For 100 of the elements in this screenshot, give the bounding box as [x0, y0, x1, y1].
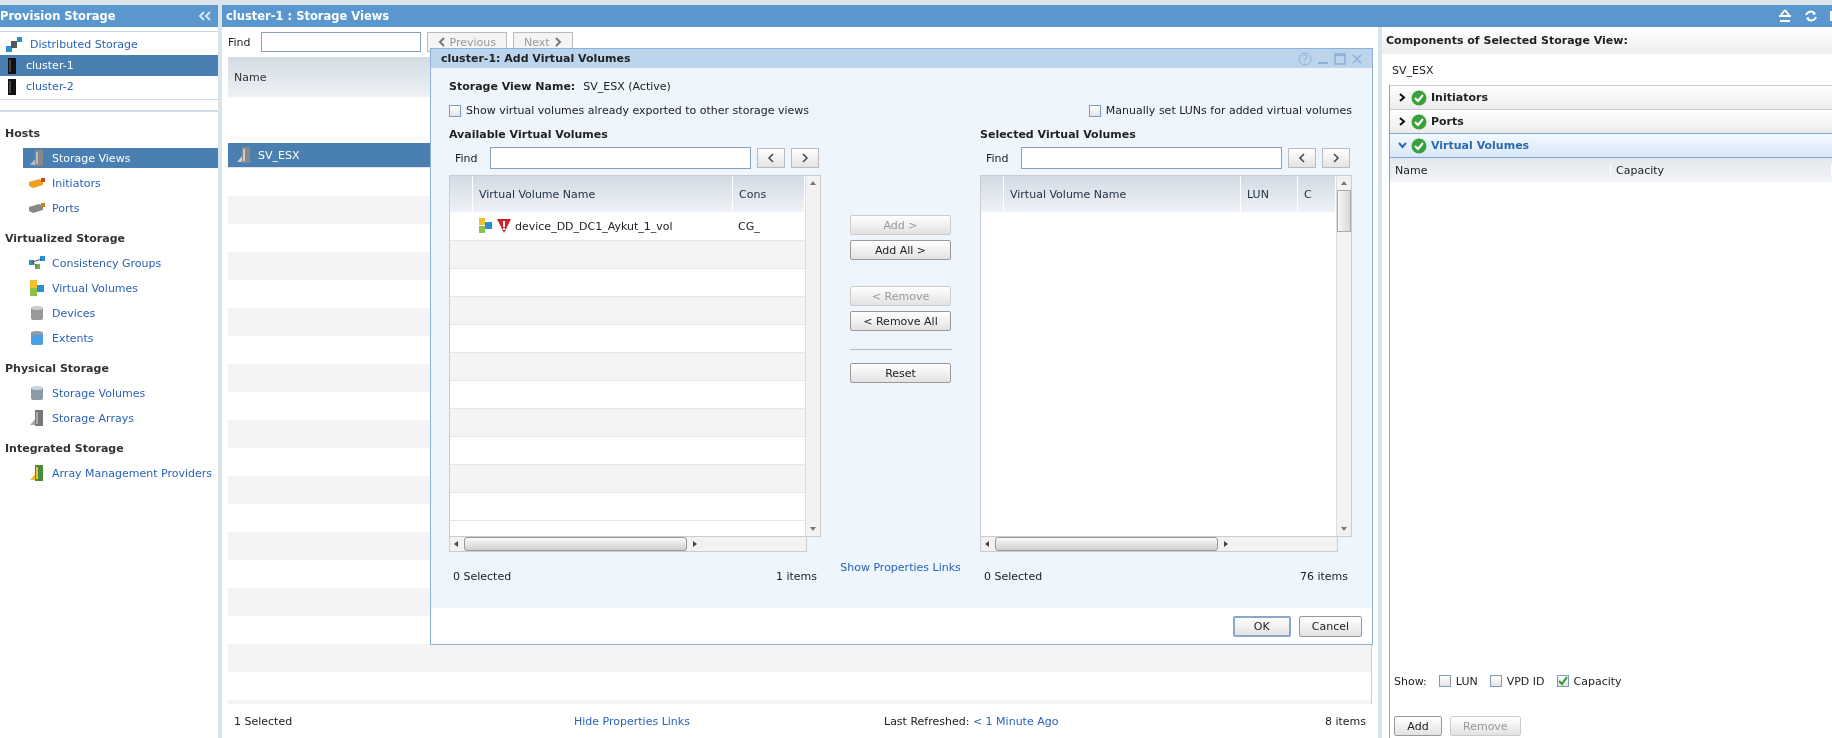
storage-view-name: SV_ESX (Active) — [583, 80, 671, 93]
section-heading: Hosts — [4, 126, 42, 142]
chevron-right-icon — [1331, 153, 1340, 163]
checkbox-option[interactable]: Capacity — [1556, 674, 1622, 688]
nav-item[interactable]: Consistency Groups — [23, 253, 218, 273]
pane-title: Available Virtual Volumes — [449, 128, 609, 141]
chevron-right-icon — [1398, 117, 1407, 126]
find-field[interactable] — [489, 147, 751, 169]
plug-icon — [29, 202, 45, 214]
find-label: Find — [455, 151, 478, 165]
maximize-icon[interactable] — [1334, 51, 1346, 66]
network-icon — [29, 256, 45, 270]
accordion-header[interactable]: Virtual Volumes — [1390, 133, 1832, 158]
cylinder-icon — [29, 305, 45, 321]
dialog-title: cluster-1: Add Virtual Volumes — [441, 52, 631, 65]
item-count: 1 items — [775, 570, 817, 583]
checkbox-option[interactable]: VPD ID — [1489, 674, 1545, 688]
field-label: Storage View Name: — [449, 80, 576, 93]
nav-item[interactable]: Ports — [23, 198, 218, 218]
blocks-icon — [6, 36, 22, 53]
plug-icon — [29, 177, 45, 189]
collapse-icon[interactable] — [198, 11, 212, 21]
selection-count: 0 Selected — [453, 570, 512, 583]
horizontal-scrollbar[interactable] — [980, 537, 1338, 552]
nav-item[interactable]: Storage Arrays — [23, 408, 218, 428]
column-header[interactable]: Virtual Volume Name — [1004, 176, 1241, 212]
section-heading: Integrated Storage — [4, 441, 125, 457]
selection-count: 1 Selected — [234, 714, 294, 728]
refresh-label: Last Refreshed: — [884, 714, 970, 728]
dialog-button[interactable]: Cancel — [1298, 615, 1362, 637]
chevron-right-icon — [553, 37, 562, 47]
accordion-header[interactable]: Initiators — [1390, 85, 1832, 109]
previous-button[interactable] — [756, 148, 785, 168]
tree-item[interactable]: Distributed Storage — [0, 34, 218, 55]
pane-title: Selected Virtual Volumes — [980, 128, 1137, 141]
nav-item[interactable]: Initiators — [23, 173, 218, 193]
help-icon[interactable] — [1298, 51, 1312, 66]
previous-button[interactable] — [1287, 148, 1316, 168]
transfer-button[interactable]: Add All > — [850, 240, 951, 260]
column-header[interactable]: LUN — [1241, 176, 1298, 212]
storage-view-name: SV_ESX — [1391, 63, 1435, 79]
show-label: Show: — [1394, 674, 1427, 688]
transfer-button[interactable]: < Remove All — [850, 311, 951, 331]
nav-item[interactable]: Storage Volumes — [23, 383, 218, 403]
check-circle-icon — [1411, 89, 1427, 106]
next-button[interactable] — [1321, 148, 1350, 168]
server-icon — [6, 78, 18, 95]
column-header[interactable]: Name — [1390, 163, 1611, 177]
chevron-left-icon — [437, 37, 446, 47]
item-count: 76 items — [1299, 570, 1348, 583]
checkbox-option[interactable]: LUN — [1438, 674, 1478, 688]
disk-stack-icon — [29, 385, 45, 401]
nav-item[interactable]: Extents — [23, 328, 218, 348]
column-header[interactable]: Virtual Volume Name — [473, 176, 733, 212]
vertical-scrollbar[interactable] — [1336, 176, 1351, 536]
chevron-left-icon — [1297, 153, 1306, 163]
vertical-scrollbar[interactable] — [805, 176, 820, 536]
server-icon — [29, 410, 45, 426]
cubes-icon — [479, 218, 493, 234]
refresh-link[interactable]: < 1 Minute Ago — [972, 714, 1059, 728]
find-label: Find — [986, 151, 1009, 165]
check-icon — [1557, 676, 1568, 686]
check-circle-icon — [1411, 137, 1427, 154]
action-button[interactable]: Add — [1394, 716, 1442, 736]
column-header[interactable]: Capacity — [1611, 163, 1832, 177]
properties-link[interactable]: Show Properties Links — [840, 561, 961, 574]
column-header[interactable]: Name — [228, 70, 267, 84]
horizontal-scrollbar[interactable] — [449, 537, 807, 552]
chevron-right-icon — [800, 153, 809, 163]
panel-title: cluster-1 : Storage Views — [225, 9, 390, 23]
nav-item[interactable]: Virtual Volumes — [23, 278, 218, 298]
chevron-left-icon — [766, 153, 775, 163]
check-circle-icon — [1411, 113, 1427, 130]
server-icon — [29, 150, 45, 166]
section-heading: Physical Storage — [4, 361, 110, 377]
transfer-button[interactable]: Reset — [850, 363, 951, 383]
item-count: 8 items — [1324, 714, 1366, 728]
cylinder-icon — [29, 330, 45, 346]
dialog-button[interactable]: OK — [1232, 615, 1291, 637]
nav-item[interactable]: Storage Views — [23, 148, 218, 168]
accordion-header[interactable]: Ports — [1390, 109, 1832, 133]
find-field[interactable] — [1020, 147, 1282, 169]
server-icon — [236, 147, 252, 163]
refresh-icon[interactable] — [1804, 9, 1818, 23]
chevron-right-icon — [1398, 93, 1407, 102]
checkbox-option[interactable]: Manually set LUNs for added virtual volumes — [1088, 104, 1352, 117]
tree-item[interactable]: cluster-1 — [0, 55, 218, 76]
nav-item[interactable]: Array Management Providers — [23, 463, 218, 483]
tree-item[interactable]: cluster-2 — [0, 76, 218, 97]
find-label: Find — [228, 35, 251, 49]
properties-link[interactable]: Hide Properties Links — [574, 714, 884, 728]
server-icon — [29, 465, 45, 481]
checkbox-option[interactable]: Show virtual volumes already exported to other storage views — [449, 104, 809, 117]
panel-title: Provision Storage — [0, 9, 116, 23]
nav-item[interactable]: Devices — [23, 303, 218, 323]
find-field[interactable] — [260, 32, 421, 52]
next-button[interactable] — [790, 148, 819, 168]
section-heading: Virtualized Storage — [4, 231, 127, 247]
close-icon[interactable] — [1352, 51, 1362, 66]
cubes-icon — [29, 280, 45, 296]
